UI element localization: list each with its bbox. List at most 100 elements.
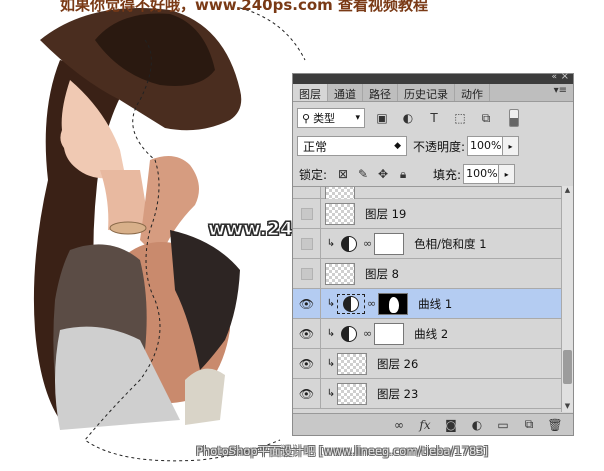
visibility-cell[interactable]: 👁︎ <box>293 289 321 318</box>
chevron-down-icon: ◆ <box>394 141 401 151</box>
visibility-cell[interactable]: 👁︎ <box>293 319 321 348</box>
tab-actions[interactable]: 动作 <box>455 84 490 101</box>
layer-thumbnail <box>325 202 355 225</box>
layer-row-selected[interactable]: 👁︎ ↳ ∞ 曲线 1 <box>293 289 561 319</box>
layer-thumbnail <box>337 352 367 375</box>
eye-icon[interactable]: 👁︎ <box>299 297 314 311</box>
tab-layers[interactable]: 图层 <box>293 84 328 101</box>
chevron-down-icon: ▾ <box>355 113 360 123</box>
adjustment-icon <box>343 295 359 312</box>
layer-name[interactable]: 色相/饱和度 1 <box>414 236 486 252</box>
fx-icon[interactable]: fx <box>417 418 433 432</box>
collapse-icon[interactable]: « <box>551 72 557 82</box>
eye-icon[interactable]: 👁︎ <box>299 357 314 371</box>
visibility-cell <box>293 187 321 198</box>
blend-mode-select[interactable]: 正常 ◆ <box>297 136 407 156</box>
layer-thumbnail <box>337 382 367 405</box>
lock-all-icon[interactable]: 🔒︎ <box>395 166 411 182</box>
layer-name[interactable]: 图层 19 <box>365 206 406 222</box>
eye-icon[interactable]: 👁︎ <box>299 387 314 401</box>
clip-arrow-icon: ↳ <box>326 328 336 339</box>
visibility-cell[interactable] <box>293 229 321 258</box>
visibility-cell[interactable]: 👁︎ <box>293 379 321 408</box>
layer-list-scrollbar[interactable]: ▲ ▼ <box>561 186 573 412</box>
layer-name[interactable]: 图层 8 <box>365 266 399 282</box>
visibility-cell[interactable]: 👁︎ <box>293 349 321 378</box>
tab-channels[interactable]: 通道 <box>328 84 363 101</box>
new-adjustment-layer-icon[interactable]: ◐ <box>469 418 485 432</box>
layer-name[interactable]: 图层 23 <box>377 386 418 402</box>
layer-row[interactable]: ↳ ∞ 色相/饱和度 1 <box>293 229 561 259</box>
link-icon[interactable]: ∞ <box>363 327 372 340</box>
filter-type-icon[interactable]: T <box>425 109 443 127</box>
new-group-icon[interactable]: ▭ <box>495 418 511 432</box>
visibility-off-box[interactable] <box>300 237 313 250</box>
layer-mask-thumbnail[interactable] <box>374 322 405 345</box>
selected-adjustment-frame[interactable] <box>337 293 365 314</box>
add-mask-icon[interactable]: ◙ <box>443 418 459 432</box>
close-icon[interactable]: × <box>561 71 569 82</box>
filter-adjustment-icon[interactable]: ◐ <box>399 109 417 127</box>
layer-thumbnail <box>325 262 355 285</box>
layer-row[interactable]: 👁︎ ↳ 图层 23 <box>293 379 561 409</box>
opacity-field[interactable]: 100% ▸ <box>467 136 520 156</box>
layer-row[interactable]: 图层 19 <box>293 199 561 229</box>
visibility-off-box[interactable] <box>300 207 313 220</box>
clip-arrow-icon: ↳ <box>326 238 336 249</box>
eye-icon[interactable]: 👁︎ <box>299 327 314 341</box>
visibility-cell[interactable] <box>293 259 321 288</box>
filter-kind-select[interactable]: ⚲ 类型 ▾ <box>297 108 365 128</box>
delete-layer-icon[interactable]: 🗑︎ <box>547 418 563 432</box>
layer-name[interactable]: 曲线 1 <box>418 296 452 312</box>
lock-transparent-icon[interactable]: ⊠ <box>335 166 351 182</box>
layer-name[interactable]: 图层 26 <box>377 356 418 372</box>
layer-row[interactable]: 👁︎ ↳ 图层 26 <box>293 349 561 379</box>
new-layer-icon[interactable]: ⧉ <box>521 417 537 432</box>
layer-row-partial[interactable] <box>293 187 561 204</box>
fill-field[interactable]: 100% ▸ <box>463 164 516 184</box>
fill-dropdown-icon[interactable]: ▸ <box>499 164 516 184</box>
filter-shape-icon[interactable]: ⬚ <box>451 109 469 127</box>
filter-pixel-icon[interactable]: ▣ <box>373 109 391 127</box>
layer-row[interactable]: 图层 8 <box>293 259 561 289</box>
blend-mode-value: 正常 <box>303 139 328 154</box>
fill-input[interactable]: 100% <box>463 164 500 184</box>
scroll-down-icon[interactable]: ▼ <box>562 402 573 412</box>
lock-image-icon[interactable]: ✎ <box>355 166 371 182</box>
layer-mask-thumbnail[interactable] <box>374 232 405 255</box>
opacity-dropdown-icon[interactable]: ▸ <box>503 136 520 156</box>
lock-label: 锁定: <box>299 167 328 182</box>
visibility-off-box[interactable] <box>300 267 313 280</box>
layer-row[interactable]: 👁︎ ↳ ∞ 曲线 2 <box>293 319 561 349</box>
blend-row: 正常 ◆ 不透明度: 100% ▸ <box>297 135 569 157</box>
tab-history[interactable]: 历史记录 <box>398 84 455 101</box>
lock-row: 锁定: ⊠ ✎ ✥ 🔒︎ 填充: 100% ▸ <box>297 163 569 185</box>
panel-menu-icon[interactable]: ▾≡ <box>554 85 567 96</box>
tab-paths[interactable]: 路径 <box>363 84 398 101</box>
filter-kind-value: 类型 <box>313 112 336 125</box>
filter-row: ⚲ 类型 ▾ ▣ ◐ T ⬚ ⧉ <box>297 107 569 129</box>
filter-smart-object-icon[interactable]: ⧉ <box>477 109 495 127</box>
watermark-bottom: PhotoShop平面设计吧 [www.lineeg.com/tieba/178… <box>196 444 489 458</box>
clip-arrow-icon: ↳ <box>326 388 336 399</box>
fill-label: 填充: <box>433 167 462 182</box>
opacity-input[interactable]: 100% <box>467 136 504 156</box>
link-icon[interactable]: ∞ <box>363 237 372 250</box>
search-icon: ⚲ <box>302 111 311 125</box>
banner-text: 如果你觉得不好哦，www.240ps.com 查看视频教程 <box>60 0 429 14</box>
scrollbar-thumb[interactable] <box>563 350 572 384</box>
link-layers-icon[interactable]: ∞ <box>391 418 407 432</box>
scroll-up-icon[interactable]: ▲ <box>562 186 573 196</box>
layer-name[interactable]: 曲线 2 <box>414 326 448 342</box>
layer-mask-thumbnail[interactable] <box>378 292 409 315</box>
layers-panel: « × 图层 通道 路径 历史记录 动作 ▾≡ ⚲ 类型 ▾ ▣ ◐ T ⬚ ⧉… <box>292 71 574 436</box>
opacity-label: 不透明度: <box>413 139 466 154</box>
clip-arrow-icon: ↳ <box>326 358 336 369</box>
adjustment-icon <box>341 235 357 252</box>
visibility-cell[interactable] <box>293 199 321 228</box>
lock-position-icon[interactable]: ✥ <box>375 166 391 182</box>
link-icon[interactable]: ∞ <box>367 297 376 310</box>
filter-toggle-switch[interactable] <box>509 109 519 127</box>
panel-bottom-toolbar: ∞ fx ◙ ◐ ▭ ⧉ 🗑︎ <box>293 413 573 435</box>
panel-titlebar[interactable]: « × <box>293 71 573 84</box>
